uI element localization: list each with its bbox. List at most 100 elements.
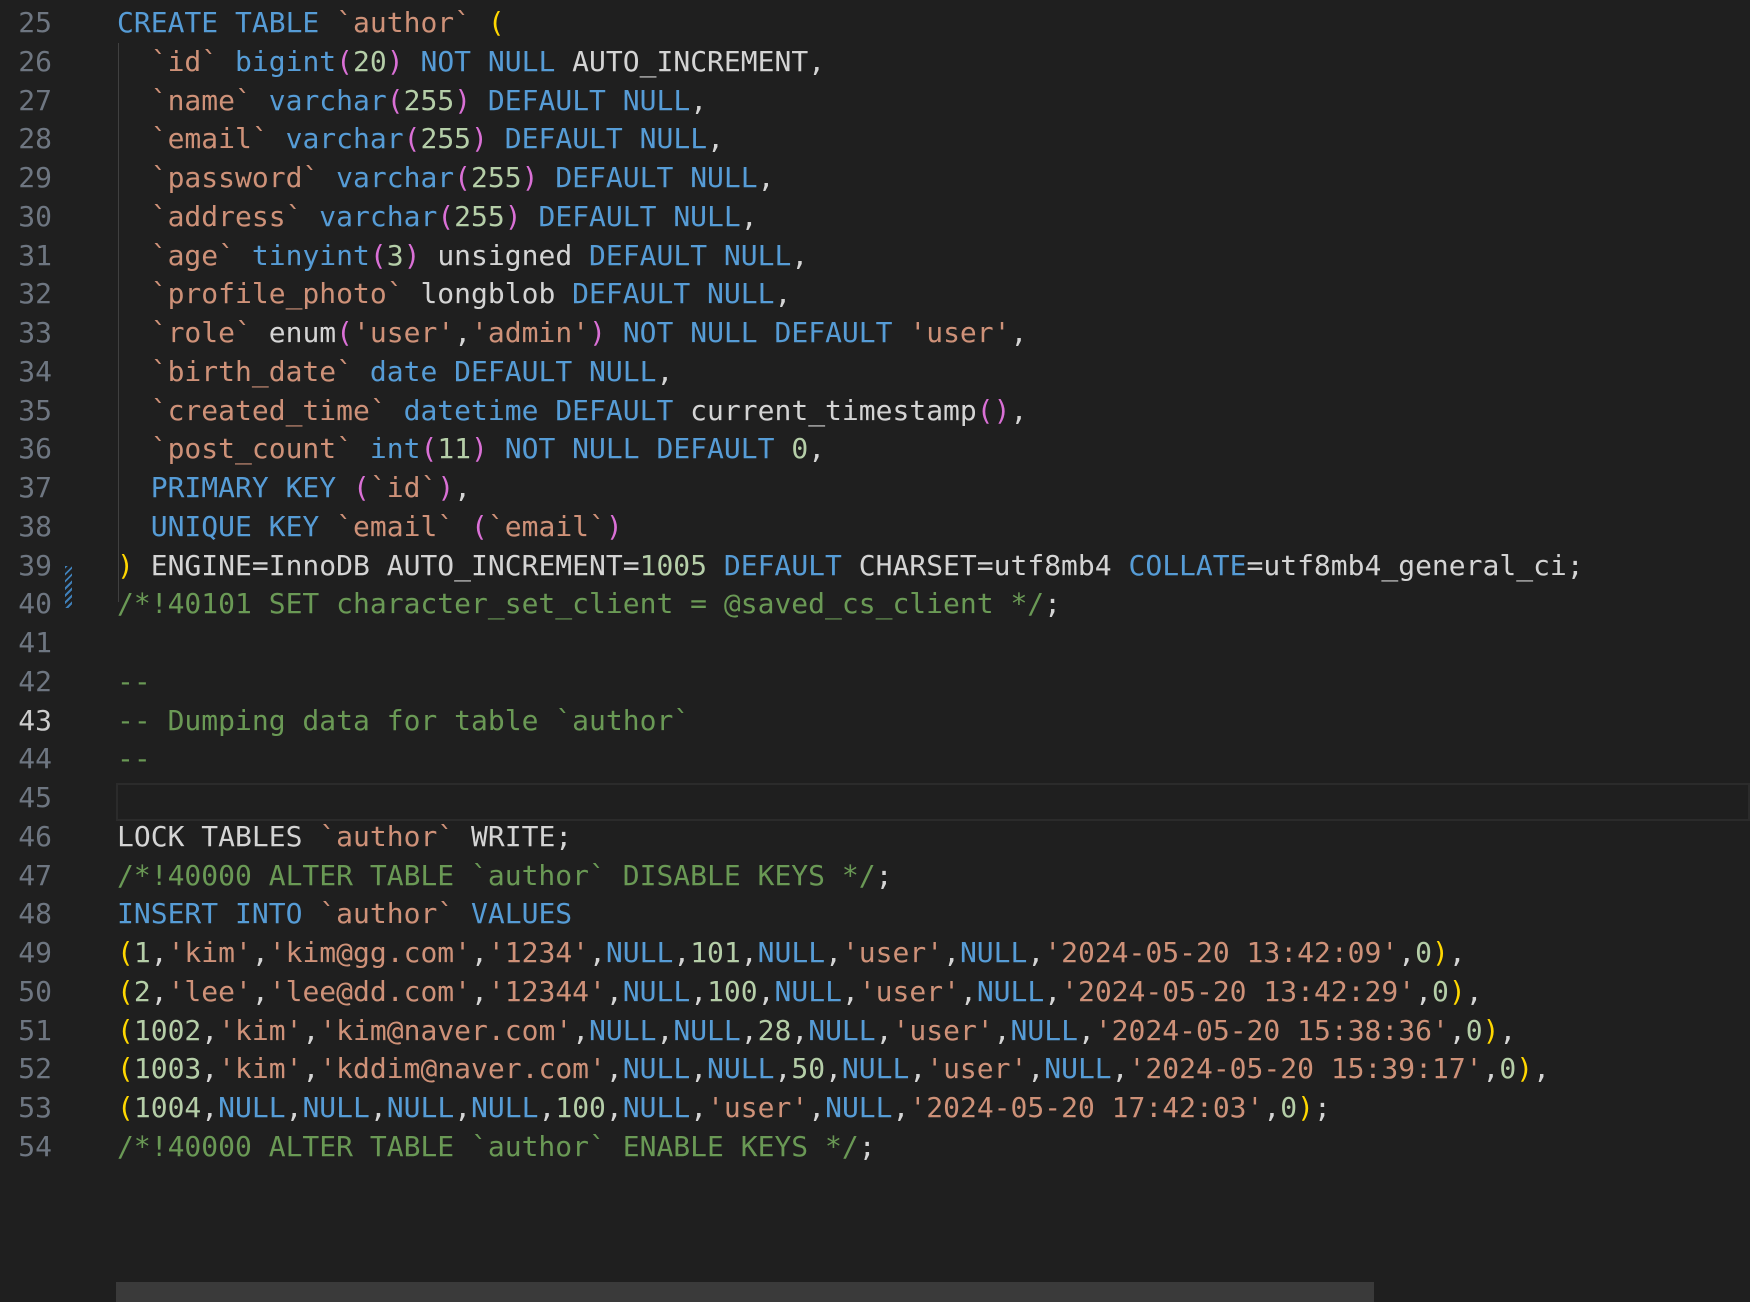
code-token: 28 (757, 1013, 792, 1047)
line-code[interactable]: `id` bigint(20) NOT NULL AUTO_INCREMENT, (117, 40, 825, 83)
code-line[interactable]: 46 LOCK TABLES `author` WRITE; (0, 815, 1750, 858)
code-token: ( (487, 6, 505, 39)
line-code[interactable]: `role` enum('user','admin') NOT NULL DEF… (117, 311, 1028, 354)
line-code[interactable]: LOCK TABLES `author` WRITE; (117, 815, 572, 858)
code-token: , (251, 974, 269, 1008)
line-code[interactable]: (1003,'kim','kddim@naver.com',NULL,NULL,… (117, 1047, 1550, 1090)
code-line[interactable]: 50 (2,'lee','lee@dd.com','12344',NULL,100… (0, 970, 1750, 1013)
code-token: , (605, 1052, 623, 1086)
code-token: PRIMARY KEY (150, 471, 337, 504)
code-line[interactable]: 51 (1002,'kim','kim@naver.com',NULL,NULL,… (0, 1009, 1750, 1052)
horizontal-scrollbar-thumb[interactable] (116, 1282, 1374, 1302)
code-token: , (1398, 936, 1416, 969)
line-code[interactable]: CREATE TABLE `author` ( (117, 1, 505, 44)
code-token: , (589, 936, 606, 969)
line-code[interactable]: /*!40000 ALTER TABLE `author` DISABLE KE… (117, 854, 892, 897)
code-line[interactable]: 26 `id` bigint(20) NOT NULL AUTO_INCREME… (0, 40, 1750, 83)
line-code[interactable]: (1,'kim','kim@gg.com','1234',NULL,101,NU… (117, 931, 1466, 974)
line-code[interactable]: UNIQUE KEY `email` (`email`) (117, 505, 623, 548)
code-token: WRITE; (454, 819, 573, 853)
code-token: ; (858, 1129, 876, 1163)
code-line[interactable]: 42 -- (0, 660, 1750, 703)
code-line[interactable]: 28 `email` varchar(255) DEFAULT NULL, (0, 117, 1750, 160)
code-line[interactable]: 49 (1,'kim','kim@gg.com','1234',NULL,101,… (0, 931, 1750, 974)
code-token: DEFAULT NULL (589, 238, 792, 272)
code-token: ) (471, 122, 488, 156)
line-code[interactable]: `profile_photo` longblob DEFAULT NULL, (117, 272, 792, 315)
code-editor[interactable]: 25 CREATE TABLE `author` (26 `id` bigint(… (0, 0, 1750, 1302)
line-code[interactable]: /*!40000 ALTER TABLE `author` ENABLE KEY… (117, 1125, 876, 1168)
line-code[interactable]: `email` varchar(255) DEFAULT NULL, (117, 117, 724, 160)
code-line[interactable]: 45 (0, 776, 1750, 819)
code-line[interactable]: 27 `name` varchar(255) DEFAULT NULL, (0, 79, 1750, 122)
code-token: , (690, 974, 708, 1008)
code-line[interactable]: 40 /*!40101 SET character_set_client = @s… (0, 582, 1750, 625)
code-token: NULL (218, 1091, 286, 1124)
code-line[interactable]: 48 INSERT INTO `author` VALUES (0, 892, 1750, 935)
line-code[interactable]: ) ENGINE=InnoDB AUTO_INCREMENT=1005 DEFA… (117, 544, 1584, 587)
code-line[interactable]: 33 `role` enum('user','admin') NOT NULL … (0, 311, 1750, 354)
code-token: 100 (555, 1091, 606, 1124)
code-line[interactable]: 32 `profile_photo` longblob DEFAULT NULL… (0, 272, 1750, 315)
code-token: 1003 (133, 1052, 202, 1086)
line-code[interactable]: `created_time` datetime DEFAULT current_… (117, 389, 1028, 432)
code-token: , (150, 974, 168, 1008)
code-token: 1005 (639, 548, 708, 582)
code-token: , (1263, 1091, 1281, 1124)
line-code[interactable]: /*!40101 SET character_set_client = @sav… (117, 582, 1061, 625)
line-code[interactable]: `name` varchar(255) DEFAULT NULL, (117, 79, 707, 122)
line-code[interactable]: `password` varchar(255) DEFAULT NULL, (117, 156, 775, 199)
code-token: `email` (150, 122, 269, 156)
line-number: 29 (18, 161, 52, 194)
code-token: LOCK TABLES (117, 819, 320, 853)
code-token: , (302, 1013, 320, 1047)
code-token: () (976, 393, 1011, 427)
line-code[interactable]: `age` tinyint(3) unsigned DEFAULT NULL, (117, 234, 808, 277)
code-line[interactable]: 36 `post_count` int(11) NOT NULL DEFAULT… (0, 427, 1750, 470)
line-code[interactable]: `address` varchar(255) DEFAULT NULL, (117, 195, 758, 238)
code-token: , (959, 974, 977, 1008)
code-line[interactable]: 38 UNIQUE KEY `email` (`email`) (0, 505, 1750, 548)
line-code[interactable]: `birth_date` date DEFAULT NULL, (117, 350, 674, 393)
code-line[interactable]: 54 /*!40000 ALTER TABLE `author` ENABLE K… (0, 1125, 1750, 1168)
code-line[interactable]: 39) ENGINE=InnoDB AUTO_INCREMENT=1005 DE… (0, 544, 1750, 587)
code-token: ( (420, 432, 438, 466)
code-token: int (369, 432, 421, 466)
code-line[interactable]: 53 (1004,NULL,NULL,NULL,NULL,100,NULL,'us… (0, 1086, 1750, 1129)
line-code[interactable]: -- (117, 660, 151, 703)
code-line[interactable]: 44 -- (0, 737, 1750, 780)
code-line[interactable]: 29 `password` varchar(255) DEFAULT NULL, (0, 156, 1750, 199)
code-token: '2024-05-20 17:42:03' (909, 1091, 1264, 1124)
line-code[interactable]: PRIMARY KEY (`id`), (117, 466, 471, 509)
line-code[interactable]: (2,'lee','lee@dd.com','12344',NULL,100,N… (117, 970, 1483, 1013)
line-code[interactable]: `post_count` int(11) NOT NULL DEFAULT 0, (117, 427, 825, 470)
code-line[interactable]: 52 (1003,'kim','kddim@naver.com',NULL,NUL… (0, 1047, 1750, 1090)
code-token: 2 (133, 974, 151, 1008)
code-token: INSERT INTO (117, 897, 303, 931)
code-line[interactable]: 35 `created_time` datetime DEFAULT curre… (0, 389, 1750, 432)
code-line[interactable]: 43 -- Dumping data for table `author` (0, 699, 1750, 742)
code-line[interactable]: 47 /*!40000 ALTER TABLE `author` DISABLE … (0, 854, 1750, 897)
code-token: , (1077, 1013, 1095, 1047)
code-line[interactable]: 37 PRIMARY KEY (`id`), (0, 466, 1750, 509)
code-token: 0 (1280, 1091, 1298, 1124)
code-token: 'kim@naver.com' (319, 1013, 573, 1047)
code-line[interactable]: 34 `birth_date` date DEFAULT NULL, (0, 350, 1750, 393)
code-line[interactable]: 25 CREATE TABLE `author` ( (0, 1, 1750, 44)
code-line[interactable]: 30 `address` varchar(255) DEFAULT NULL, (0, 195, 1750, 238)
code-token: 'lee' (167, 974, 252, 1008)
line-code[interactable]: -- Dumping data for table `author` (117, 699, 690, 742)
code-line[interactable]: 41 (0, 621, 1750, 664)
line-code[interactable]: (1004,NULL,NULL,NULL,NULL,100,NULL,'user… (117, 1086, 1331, 1129)
code-token: , (1027, 1052, 1045, 1086)
line-code[interactable]: INSERT INTO `author` VALUES (117, 892, 572, 935)
code-line[interactable]: 31 `age` tinyint(3) unsigned DEFAULT NUL… (0, 234, 1750, 277)
code-token: /*!40000 ALTER TABLE `author` ENABLE KEY… (117, 1129, 859, 1163)
line-code[interactable]: (1002,'kim','kim@naver.com',NULL,NULL,28… (117, 1009, 1516, 1052)
line-code[interactable]: -- (117, 737, 151, 780)
